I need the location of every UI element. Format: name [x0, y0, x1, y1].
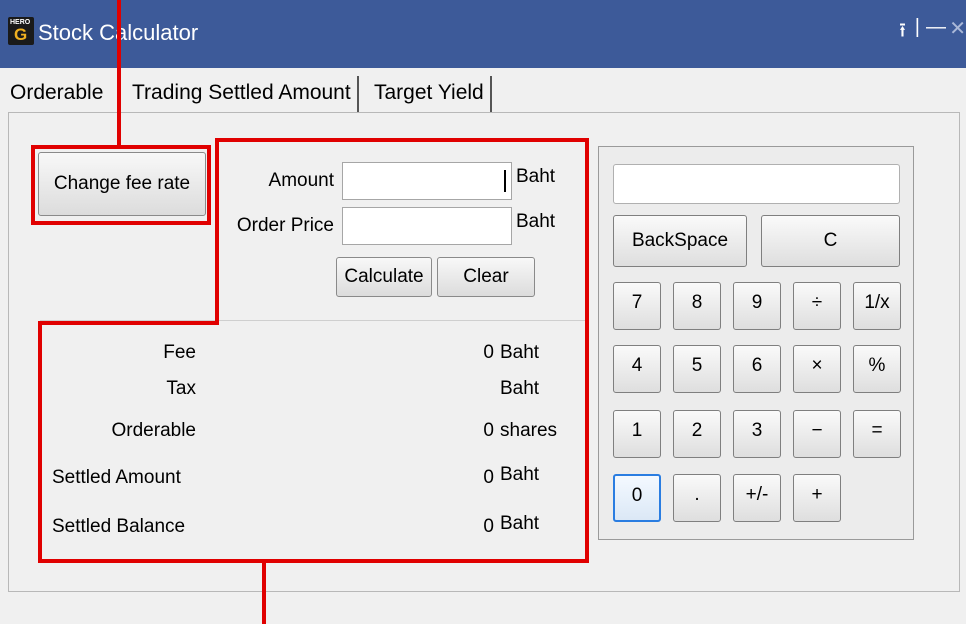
- fee-value: 0: [483, 342, 494, 363]
- amount-label: Amount: [268, 170, 334, 191]
- calculate-button[interactable]: Calculate: [336, 257, 432, 297]
- calc-key-minus[interactable]: −: [793, 410, 841, 458]
- tab-orderable[interactable]: Orderable: [4, 76, 110, 112]
- tab-divider: [118, 78, 120, 112]
- calculator-display: [613, 164, 900, 204]
- amount-unit: Baht: [516, 166, 556, 187]
- order-price-unit: Baht: [516, 211, 556, 232]
- calc-key-equals[interactable]: =: [853, 410, 901, 458]
- settled-balance-label: Settled Balance: [52, 516, 186, 537]
- calc-key-plus-minus[interactable]: +/-: [733, 474, 781, 522]
- tab-trading-settled-amount[interactable]: Trading Settled Amount: [126, 76, 359, 112]
- settled-amount-value: 0: [483, 467, 494, 488]
- calc-key-7[interactable]: 7: [613, 282, 661, 330]
- settled-balance-unit: Baht: [500, 513, 540, 534]
- orderable-value: 0: [483, 420, 494, 441]
- calc-key-decimal[interactable]: .: [673, 474, 721, 522]
- clear-button[interactable]: Clear: [437, 257, 535, 297]
- calc-key-1[interactable]: 1: [613, 410, 661, 458]
- text-cursor: [504, 170, 506, 192]
- calc-key-8[interactable]: 8: [673, 282, 721, 330]
- tax-unit: Baht: [500, 378, 540, 399]
- calc-key-6[interactable]: 6: [733, 345, 781, 393]
- calc-key-multiply[interactable]: ×: [793, 345, 841, 393]
- settled-amount-unit: Baht: [500, 464, 540, 485]
- calc-key-5[interactable]: 5: [673, 345, 721, 393]
- calc-key-4[interactable]: 4: [613, 345, 661, 393]
- title-separator: |: [914, 16, 920, 38]
- fee-unit: Baht: [500, 342, 540, 363]
- settled-amount-label: Settled Amount: [52, 467, 181, 488]
- section-divider: [40, 320, 586, 321]
- fee-label: Fee: [163, 342, 196, 363]
- orderable-label: Orderable: [111, 420, 197, 441]
- calc-key-percent[interactable]: %: [853, 345, 901, 393]
- amount-input[interactable]: [342, 162, 512, 200]
- title-bar: HERO G Stock Calculator ⭱ | — ✕: [0, 0, 966, 68]
- calc-clear-button[interactable]: C: [761, 215, 900, 267]
- window-title: Stock Calculator: [38, 20, 199, 45]
- orderable-unit: shares: [500, 420, 558, 441]
- close-icon[interactable]: ✕: [949, 16, 966, 41]
- app-logo-icon: HERO G: [8, 17, 34, 45]
- calc-key-3[interactable]: 3: [733, 410, 781, 458]
- change-fee-rate-button[interactable]: Change fee rate: [38, 152, 206, 216]
- calc-key-0[interactable]: 0: [613, 474, 661, 522]
- tab-target-yield[interactable]: Target Yield: [368, 76, 492, 112]
- calc-key-plus[interactable]: +: [793, 474, 841, 522]
- calc-key-reciprocal[interactable]: 1/x: [853, 282, 901, 330]
- order-price-label: Order Price: [236, 215, 334, 236]
- calc-key-9[interactable]: 9: [733, 282, 781, 330]
- backspace-button[interactable]: BackSpace: [613, 215, 747, 267]
- order-price-input[interactable]: [342, 207, 512, 245]
- settled-balance-value: 0: [483, 516, 494, 537]
- tab-strip: Orderable Trading Settled Amount Target …: [0, 70, 966, 112]
- tax-label: Tax: [166, 378, 196, 399]
- pin-icon[interactable]: ⭱: [899, 16, 906, 50]
- calc-key-2[interactable]: 2: [673, 410, 721, 458]
- minimize-icon[interactable]: —: [926, 16, 946, 39]
- calc-key-divide[interactable]: ÷: [793, 282, 841, 330]
